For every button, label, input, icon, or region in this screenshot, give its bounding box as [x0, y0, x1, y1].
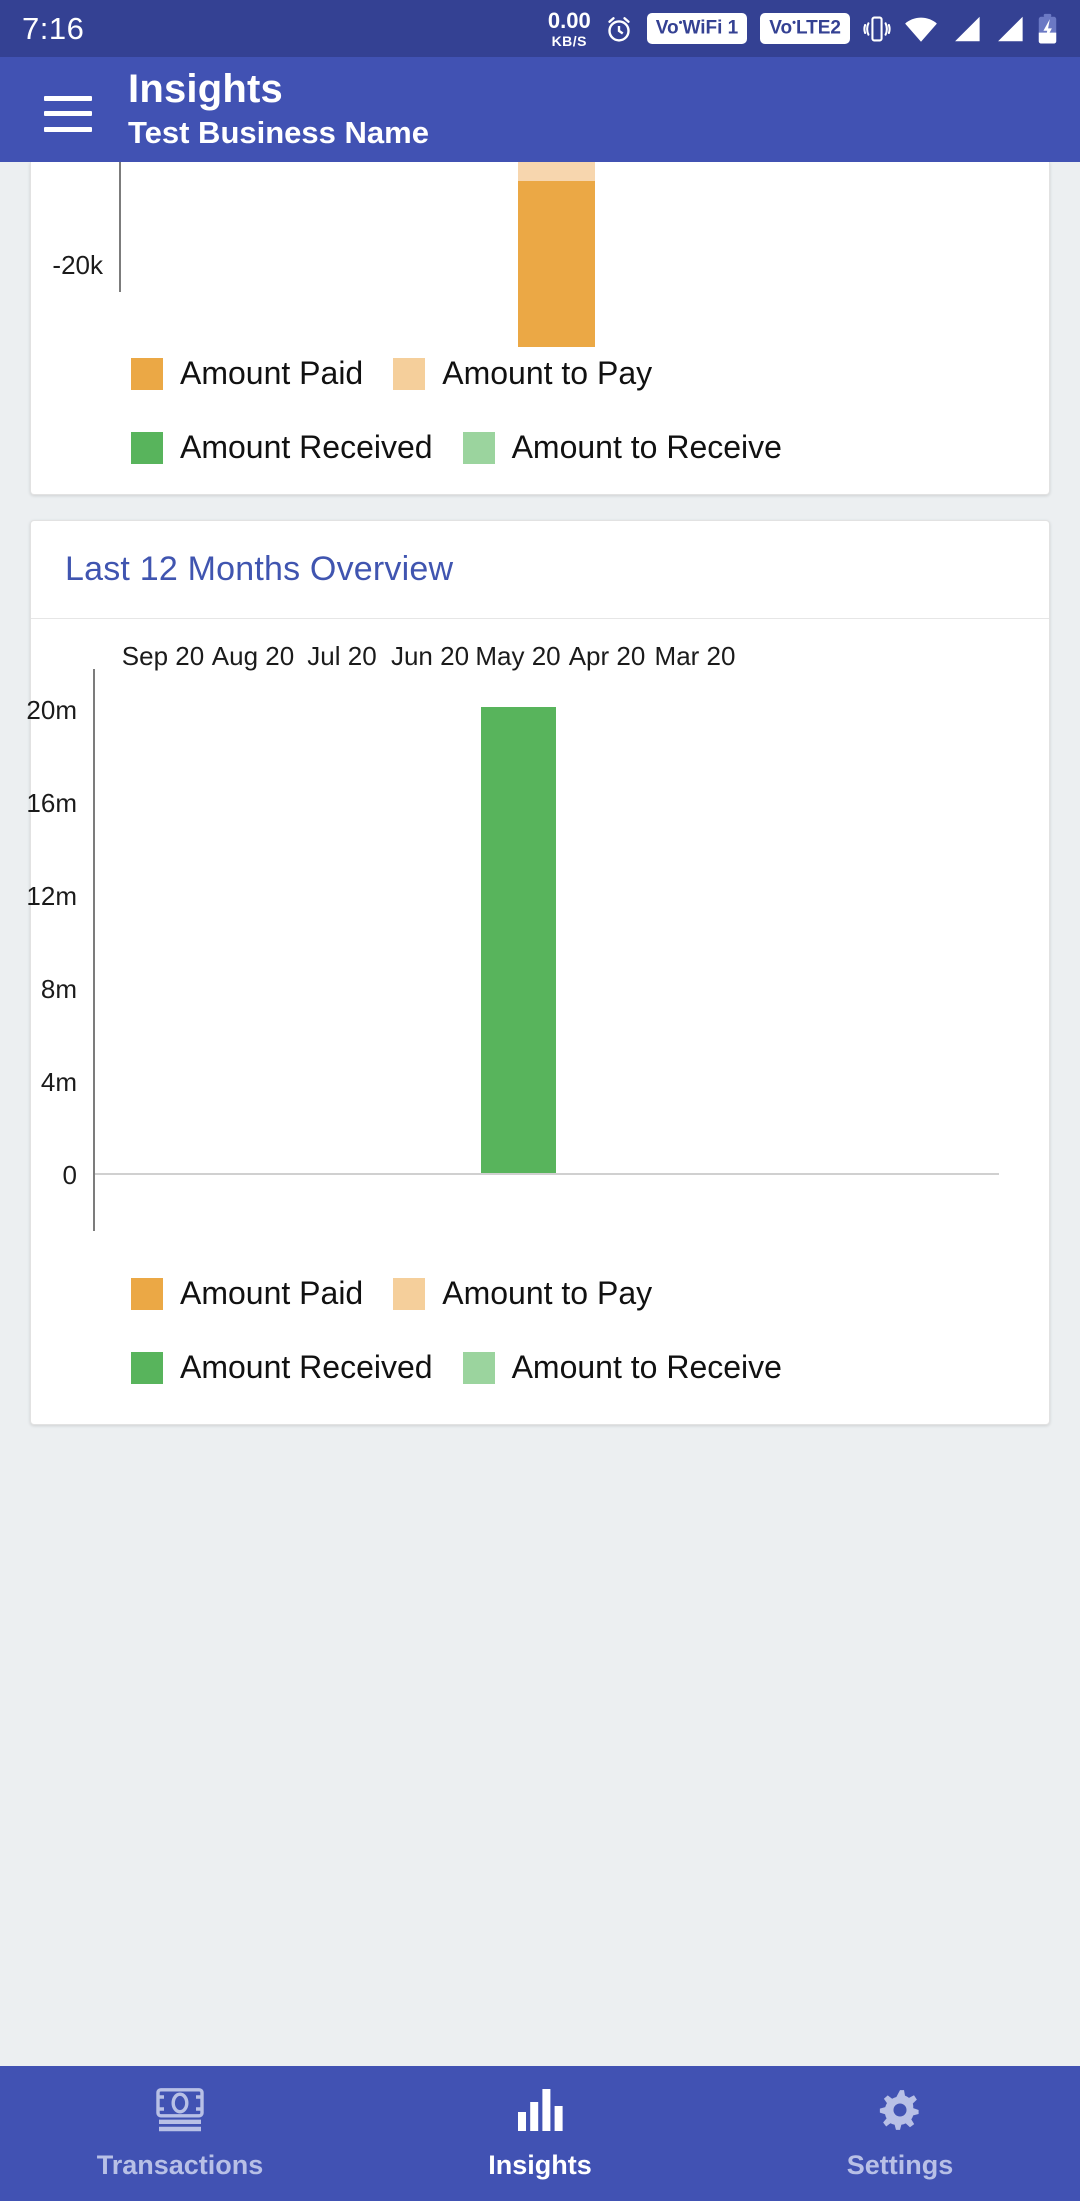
legend-row: Amount Paid Amount to Pay — [131, 1275, 782, 1312]
chart-card-last-12-months: Last 12 Months Overview Sep 20 Aug 20 Ju… — [26, 520, 1050, 1425]
legend-swatch-icon — [462, 431, 495, 464]
legend-label: Amount Received — [180, 1349, 433, 1385]
bar-amount-received — [481, 707, 556, 1173]
bottom-navigation: Transactions Insights Settings — [0, 2066, 1080, 2201]
x-axis-tick-label: May 20 — [475, 641, 561, 671]
legend-label: Amount to Pay — [442, 355, 653, 391]
y-axis-line — [93, 669, 95, 1231]
y-axis-tick-label: 0 — [62, 1160, 77, 1190]
network-speed-indicator: 0.00 KB/S — [547, 7, 591, 49]
card-header: Last 12 Months Overview — [31, 521, 1049, 619]
legend-item-amount-paid: Amount Paid — [131, 355, 363, 392]
y-axis-tick-label: 4m — [40, 1067, 77, 1097]
status-bar-icons: 0.00 KB/S Vo•WiFi 1 Vo•LTE2 — [547, 7, 1058, 49]
legend-item-amount-received: Amount Received — [131, 429, 433, 466]
legend-item-amount-received: Amount Received — [131, 1349, 433, 1386]
y-axis-tick-label: 16m — [26, 788, 77, 818]
legend-row: Amount Received Amount to Receive — [131, 429, 1049, 466]
legend-label: Amount to Pay — [442, 1275, 653, 1311]
app-bar: Insights Test Business Name — [0, 57, 1080, 162]
y-axis-tick-label: 12m — [26, 881, 77, 911]
app-bar-titles: Insights Test Business Name — [128, 67, 429, 151]
legend-item-amount-to-pay: Amount to Pay — [393, 355, 652, 392]
network-speed-value: 0.00 — [547, 7, 591, 33]
y-axis-line — [119, 162, 121, 292]
bar-amount-paid — [518, 181, 595, 347]
chart-legend-clipped: Amount Paid Amount to Pay Amount Receive… — [131, 355, 1049, 494]
network-speed-unit: KB/S — [551, 32, 588, 49]
chart-card-clipped: -20k Amount Paid Amount to Pay Amount Re… — [30, 162, 1050, 495]
signal-bars-icon — [951, 15, 981, 43]
legend-label: Amount to Receive — [511, 1349, 782, 1385]
vowifi-badge: Vo•WiFi 1 — [646, 13, 748, 44]
nav-item-insights[interactable]: Insights — [360, 2087, 720, 2181]
legend-swatch-icon — [462, 1351, 495, 1384]
chart-legend-last-12-months: Amount Paid Amount to Pay Amount Receive… — [131, 1275, 782, 1386]
legend-swatch-icon — [131, 1277, 163, 1310]
vibrate-icon — [863, 13, 891, 45]
battery-charging-icon — [1037, 13, 1058, 45]
volte-badge: Vo•LTE2 — [760, 13, 850, 44]
nav-label: Insights — [488, 2149, 592, 2180]
x-axis-tick-label: Jul 20 — [307, 641, 377, 671]
legend-label: Amount Paid — [180, 1275, 364, 1311]
legend-item-amount-paid: Amount Paid — [131, 1275, 363, 1312]
legend-label: Amount to Receive — [511, 429, 782, 465]
nav-item-transactions[interactable]: Transactions — [0, 2087, 360, 2181]
legend-swatch-icon — [131, 1351, 163, 1384]
legend-item-amount-to-receive: Amount to Receive — [462, 429, 782, 466]
alarm-clock-icon — [604, 14, 634, 44]
x-axis-tick-label: Jun 20 — [390, 641, 470, 671]
nav-label: Settings — [846, 2149, 954, 2180]
legend-swatch-icon — [131, 357, 163, 390]
legend-swatch-icon — [131, 431, 163, 464]
bar-chart-icon — [515, 2087, 565, 2138]
y-axis-tick-label: 8m — [40, 974, 77, 1004]
y-axis-tick-label: 20m — [26, 695, 77, 725]
legend-item-amount-to-receive: Amount to Receive — [462, 1349, 782, 1386]
status-bar: 7:16 0.00 KB/S Vo•WiFi 1 Vo•LTE2 — [0, 0, 1080, 57]
business-name: Test Business Name — [128, 115, 429, 151]
page-title: Insights — [128, 67, 283, 112]
legend-item-amount-to-pay: Amount to Pay — [393, 1275, 652, 1312]
legend-swatch-icon — [393, 1277, 426, 1310]
x-axis-tick-label: Mar 20 — [654, 641, 736, 671]
gear-icon — [875, 2087, 925, 2138]
scroll-content[interactable]: -20k Amount Paid Amount to Pay Amount Re… — [0, 162, 1080, 2066]
legend-label: Amount Paid — [180, 355, 364, 391]
money-note-icon — [154, 2087, 206, 2138]
wifi-icon — [904, 14, 938, 44]
x-axis-tick-label: Sep 20 — [121, 641, 205, 671]
nav-label: Transactions — [96, 2149, 264, 2180]
x-axis-baseline — [95, 1173, 999, 1175]
y-axis-tick-label: -20k — [52, 250, 103, 280]
chart-plot-clipped: -20k — [31, 162, 1049, 347]
x-axis-tick-label: Apr 20 — [568, 641, 646, 671]
signal-bars-icon — [994, 15, 1024, 43]
legend-swatch-icon — [393, 357, 426, 390]
nav-item-settings[interactable]: Settings — [720, 2087, 1080, 2181]
status-bar-clock: 7:16 — [22, 10, 85, 46]
card-title: Last 12 Months Overview — [65, 550, 454, 588]
legend-row: Amount Paid Amount to Pay — [131, 355, 1049, 392]
chart-plot-last-12-months: Sep 20 Aug 20 Jul 20 Jun 20 May 20 Apr 2… — [26, 619, 1049, 1424]
legend-label: Amount Received — [180, 429, 433, 465]
legend-row: Amount Received Amount to Receive — [131, 1349, 782, 1386]
hamburger-menu-icon[interactable] — [44, 95, 92, 132]
x-axis-tick-label: Aug 20 — [211, 641, 295, 671]
